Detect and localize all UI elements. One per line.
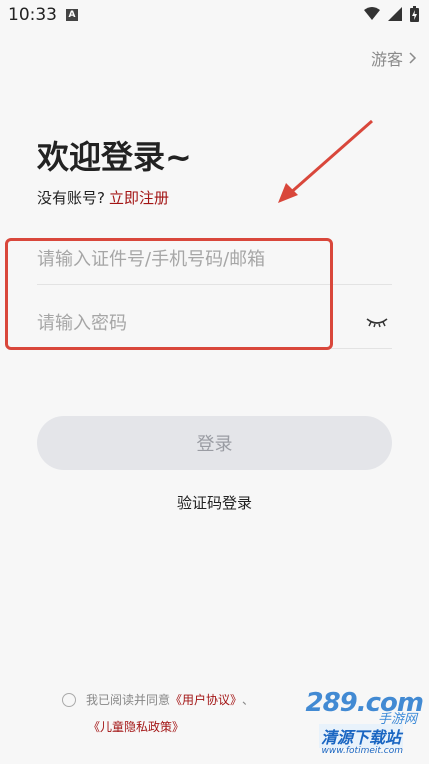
user-agreement-link[interactable]: 《用户协议》 — [170, 691, 242, 708]
no-account-text: 没有账号? — [37, 189, 105, 207]
privacy-policy-link[interactable]: 《儿童隐私政策》 — [88, 718, 184, 735]
status-bar: 10:33 A — [0, 0, 429, 30]
agreement-separator: 、 — [242, 693, 255, 707]
agreement-line: 我已阅读并同意 《用户协议》 、 — [62, 691, 254, 708]
account-input[interactable] — [37, 234, 337, 284]
signal-icon — [388, 7, 402, 21]
register-prompt: 没有账号? 立即注册 — [37, 187, 169, 208]
watermark-logo: 289.com 手游网 清源下载站 www.fotimeit.com — [273, 688, 424, 758]
password-input[interactable] — [37, 298, 337, 348]
status-time: 10:33 — [8, 5, 57, 25]
app-badge-icon: A — [66, 9, 78, 21]
guest-mode-button[interactable]: 游客 — [371, 46, 417, 70]
password-field — [37, 298, 392, 349]
wifi-icon — [364, 7, 380, 20]
chevron-right-icon — [409, 52, 417, 64]
annotation-arrow-icon — [278, 119, 373, 203]
battery-charging-icon — [410, 6, 419, 22]
guest-label: 游客 — [370, 50, 403, 69]
status-icons — [364, 6, 419, 22]
eye-closed-icon[interactable] — [366, 316, 388, 328]
agreement-prefix: 我已阅读并同意 — [86, 693, 171, 707]
page-title: 欢迎登录~ — [37, 138, 192, 176]
agreement-checkbox[interactable] — [62, 692, 76, 707]
register-link[interactable]: 立即注册 — [109, 189, 169, 207]
sms-login-link[interactable]: 验证码登录 — [0, 492, 429, 513]
watermark-url: www.fotimeit.com — [321, 746, 404, 756]
account-field — [37, 234, 392, 285]
login-button[interactable]: 登录 — [37, 416, 392, 470]
watermark-site: 清源下载站 — [318, 724, 403, 748]
